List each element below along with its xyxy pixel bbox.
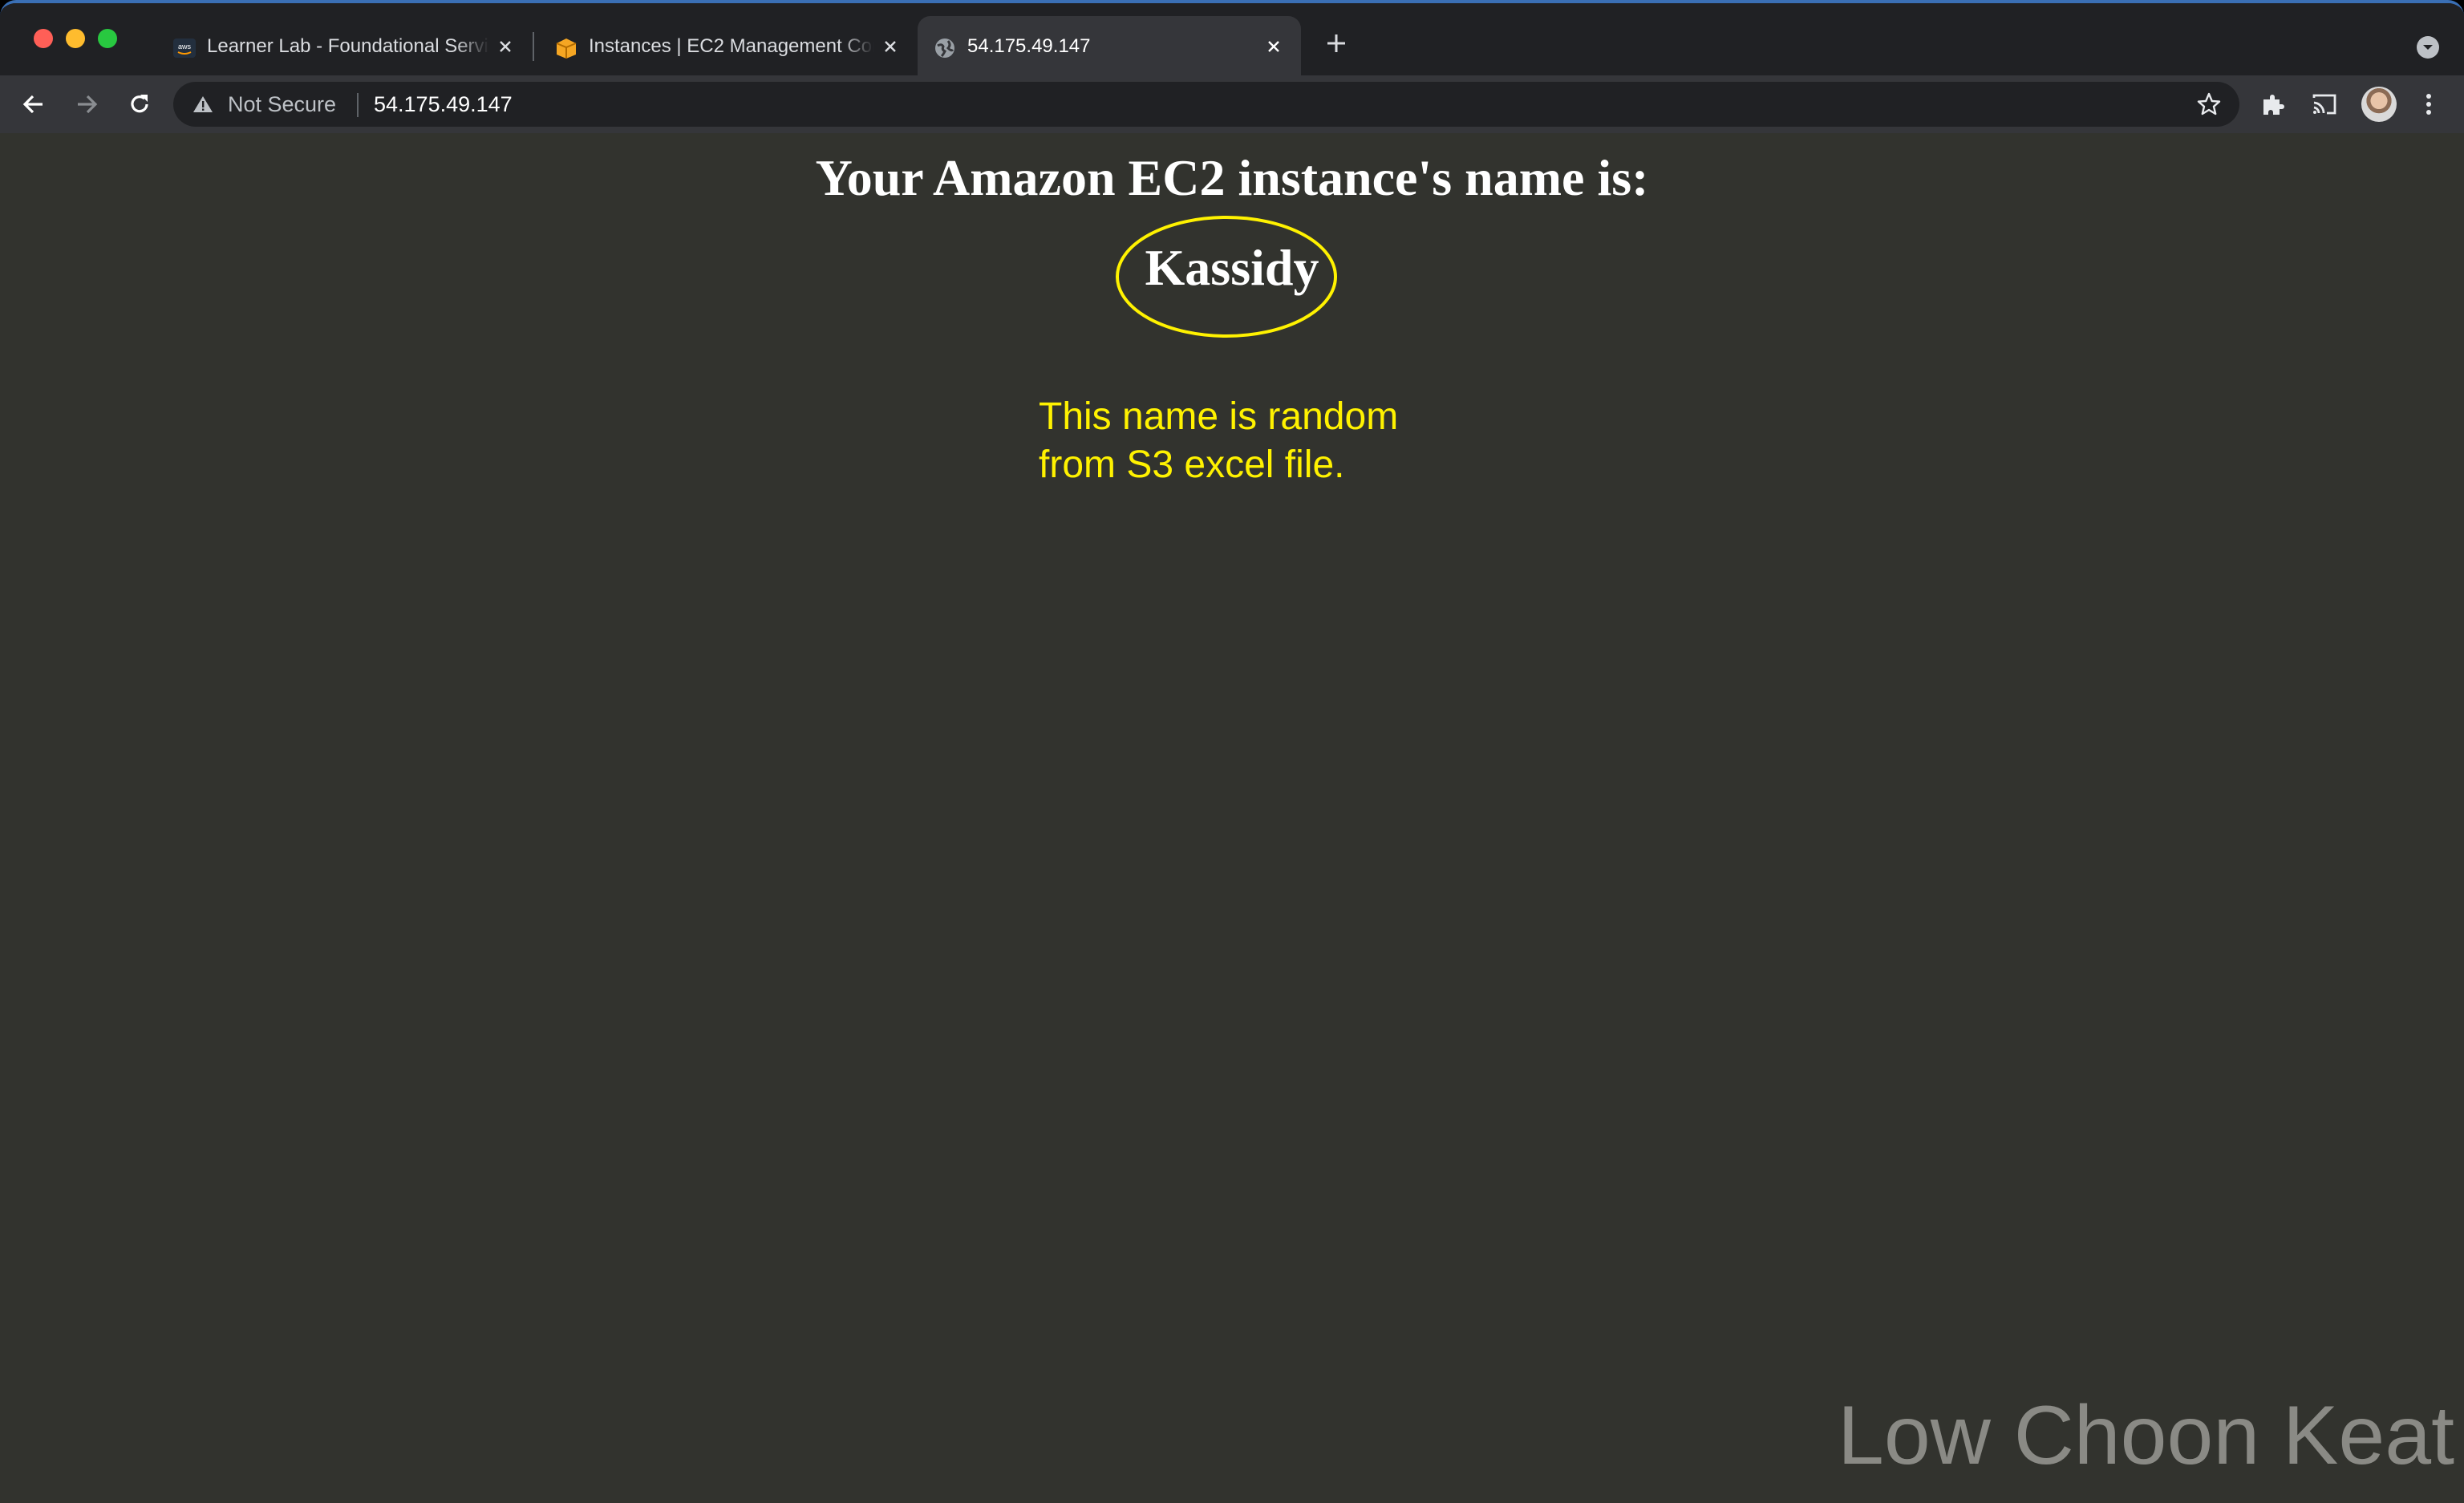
tab-separator [533,32,534,61]
page-heading: Your Amazon EC2 instance's name is: [815,149,1649,206]
new-tab-plus-icon[interactable] [1323,30,1349,56]
browser-window: aws Learner Lab - Foundational Services … [0,0,2464,1503]
bookmark-star-icon[interactable] [2196,91,2222,117]
minimize-window-button[interactable] [66,29,85,48]
annotation-line: from S3 excel file. [1039,444,1345,486]
page-content: Your Amazon EC2 instance's name is: Kass… [0,133,2464,1503]
back-arrow-icon[interactable] [19,90,48,119]
close-window-button[interactable] [34,29,53,48]
reload-icon[interactable] [125,90,154,119]
forward-arrow-icon[interactable] [72,90,101,119]
tab-title: 54.175.49.147 [967,35,1091,57]
annotation-note: This name is random from S3 excel file. [1039,393,1600,489]
tab-active-page[interactable]: 54.175.49.147 [918,16,1301,75]
profile-avatar[interactable] [2361,87,2397,122]
tab-learner-lab[interactable]: aws Learner Lab - Foundational Services [157,16,531,75]
address-bar[interactable]: Not Secure 54.175.49.147 [173,82,2239,127]
address-separator [357,93,359,117]
tab-close-icon[interactable] [879,35,902,58]
security-status-label[interactable]: Not Secure [228,91,336,117]
browser-toolbar: Not Secure 54.175.49.147 [0,75,2464,133]
tab-strip: aws Learner Lab - Foundational Services … [0,3,2464,75]
globe-icon [935,38,954,58]
aws-box-icon [556,38,577,59]
author-watermark: Low Choon Keat [1838,1389,2454,1482]
tab-ec2-instances[interactable]: Instances | EC2 Management Console [539,16,913,75]
more-menu-kebab-icon[interactable] [2414,90,2443,119]
tab-search-chevron-icon[interactable] [2416,35,2440,59]
warning-triangle-icon[interactable] [192,95,213,114]
tab-title: Learner Lab - Foundational Services [207,35,489,57]
extensions-puzzle-icon[interactable] [2259,90,2288,119]
cast-icon[interactable] [2310,90,2339,119]
aws-icon: aws [173,38,196,58]
svg-text:aws: aws [178,43,192,51]
maximize-window-button[interactable] [98,29,117,48]
tab-close-icon[interactable] [494,35,517,58]
annotation-line: This name is random [1039,395,1399,438]
tab-close-icon[interactable] [1262,35,1285,58]
url-text[interactable]: 54.175.49.147 [374,91,513,117]
instance-name: Kassidy [1145,239,1319,296]
tab-title: Instances | EC2 Management Console [589,35,874,57]
